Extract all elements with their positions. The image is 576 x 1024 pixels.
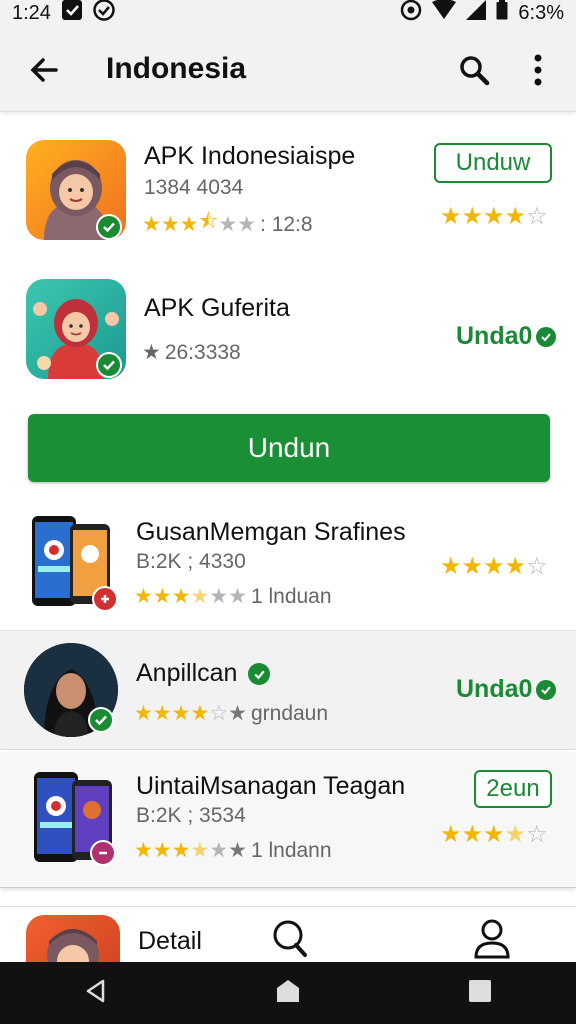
star-icon: ★★★: [134, 839, 191, 862]
search-icon: [273, 920, 307, 957]
system-nav-bar: [0, 962, 576, 1024]
app-rating: ★★★ ⯪ ★★ : 12:8: [142, 207, 313, 242]
battery-percent: 6:3%: [518, 1, 564, 24]
star-icon: ★★: [218, 213, 257, 236]
detail-tab[interactable]: Detail: [138, 927, 202, 956]
more-vert-icon: [534, 54, 542, 86]
star-icon: ★: [142, 341, 161, 364]
profile-icon: [474, 919, 510, 959]
app-name-text: Anpillcan: [136, 659, 238, 687]
download-link[interactable]: Unda0: [456, 322, 557, 351]
list-item[interactable]: APK Guferita ★ 26:3338 Unda0: [0, 268, 576, 400]
download-button[interactable]: 2eun: [474, 770, 552, 808]
verified-check-icon: [96, 214, 122, 240]
list-item[interactable]: Anpillcan ★★★★ ☆ ★ grndaun Unda0: [0, 630, 576, 750]
app-rating: ★ 26:3338: [142, 340, 241, 365]
app-rating: ★★★★ ☆ ★ grndaun: [134, 701, 328, 726]
app-name: GusanMemgan Srafines: [136, 518, 406, 546]
hotspot-icon: [400, 0, 422, 27]
star-icon: ★★: [209, 585, 247, 608]
verified-check-icon: [96, 352, 122, 378]
app-rating-stars: ★★★★☆: [440, 820, 548, 849]
status-bar: 1:24 6:3%: [0, 0, 576, 26]
uninstall-badge-icon: [92, 586, 118, 612]
wifi-icon: [432, 0, 457, 26]
app-rating: ★★★ ★ ★★ 1 lnduan: [134, 584, 332, 609]
app-name: UintaiMsanagan Teagan: [136, 772, 406, 800]
half-star-icon: ★: [504, 821, 527, 848]
star-icon: ★★★★: [440, 553, 527, 580]
notification-icon: [61, 0, 83, 27]
page-title: Indonesia: [106, 52, 247, 85]
half-star-icon: ★: [190, 839, 210, 862]
back-button[interactable]: [24, 50, 64, 90]
search-button[interactable]: [454, 50, 494, 90]
download-all-button[interactable]: Undun: [28, 414, 550, 482]
verified-check-icon: [248, 663, 271, 686]
app-icon[interactable]: [26, 915, 120, 962]
star-empty-icon: ☆: [526, 821, 548, 848]
app-meta: 26:3338: [164, 340, 241, 364]
star-icon: ★: [228, 839, 247, 862]
rating-text: grndaun: [250, 701, 329, 725]
bottom-nav: Detail: [0, 906, 576, 962]
app-name: APK Guferita: [144, 294, 290, 322]
star-icon: ★: [209, 839, 229, 862]
battery-icon: [496, 0, 508, 26]
app-rating: ★★★ ★ ★ ★ 1 lndann: [134, 838, 332, 863]
download-link[interactable]: Unda0: [456, 675, 557, 704]
app-name: APK Indonesiaispe: [144, 142, 356, 170]
signal-icon: [466, 0, 487, 26]
rating-text: 1 lnduan: [250, 584, 332, 608]
app-meta: B:2K ; 3534: [136, 804, 246, 827]
half-star-icon: ★: [190, 585, 210, 608]
download-label: Unda0: [456, 322, 533, 350]
half-star-icon: ⯪: [198, 210, 219, 233]
star-icon: ★: [228, 702, 247, 725]
download-button[interactable]: Unduw: [434, 143, 552, 183]
back-arrow-icon: [30, 58, 58, 82]
star-empty-icon: ☆: [526, 553, 548, 580]
remove-badge-icon: [90, 840, 116, 866]
more-options-button[interactable]: [522, 50, 554, 90]
list-item[interactable]: APK Indonesiaispe 1384 4034 ★★★ ⯪ ★★ : 12:…: [0, 120, 576, 260]
sync-icon: [93, 0, 115, 27]
status-time: 1:24: [12, 1, 51, 24]
rating-text: 1 lndann: [250, 838, 332, 862]
rating-text: : 12:8: [260, 212, 313, 236]
list-item[interactable]: UintaiMsanagan Teagan B:2K ; 3534 ★★★ ★ ★ ★…: [0, 752, 576, 888]
app-meta: 1384 4034: [144, 176, 244, 199]
star-icon: ★★★: [440, 821, 505, 848]
app-rating-stars: ★★★★☆: [440, 202, 548, 231]
search-tab[interactable]: [270, 917, 310, 962]
search-icon: [460, 56, 490, 86]
star-icon: ★★★: [134, 585, 191, 608]
star-icon: ★★★★: [134, 702, 210, 725]
profile-tab[interactable]: [472, 917, 512, 962]
star-icon: ★★★★: [440, 203, 527, 230]
verified-check-icon: [536, 679, 557, 700]
list-item[interactable]: GusanMemgan Srafines B:2K ; 4330 ★★★ ★ ★★ …: [0, 500, 576, 630]
app-name: Anpillcan: [136, 659, 271, 688]
star-empty-icon: ☆: [526, 203, 548, 230]
app-bar: Indonesia: [0, 26, 576, 112]
app-rating-stars: ★★★★☆: [440, 552, 548, 581]
home-icon[interactable]: [275, 978, 301, 1009]
star-empty-icon: ☆: [209, 702, 229, 725]
verified-check-icon: [536, 326, 557, 347]
star-icon: ★★★: [142, 213, 199, 236]
recents-icon[interactable]: [467, 978, 493, 1009]
verified-check-icon: [88, 707, 114, 733]
back-triangle-icon[interactable]: [83, 978, 109, 1009]
app-meta: B:2K ; 4330: [136, 550, 246, 573]
download-label: Unda0: [456, 675, 533, 703]
